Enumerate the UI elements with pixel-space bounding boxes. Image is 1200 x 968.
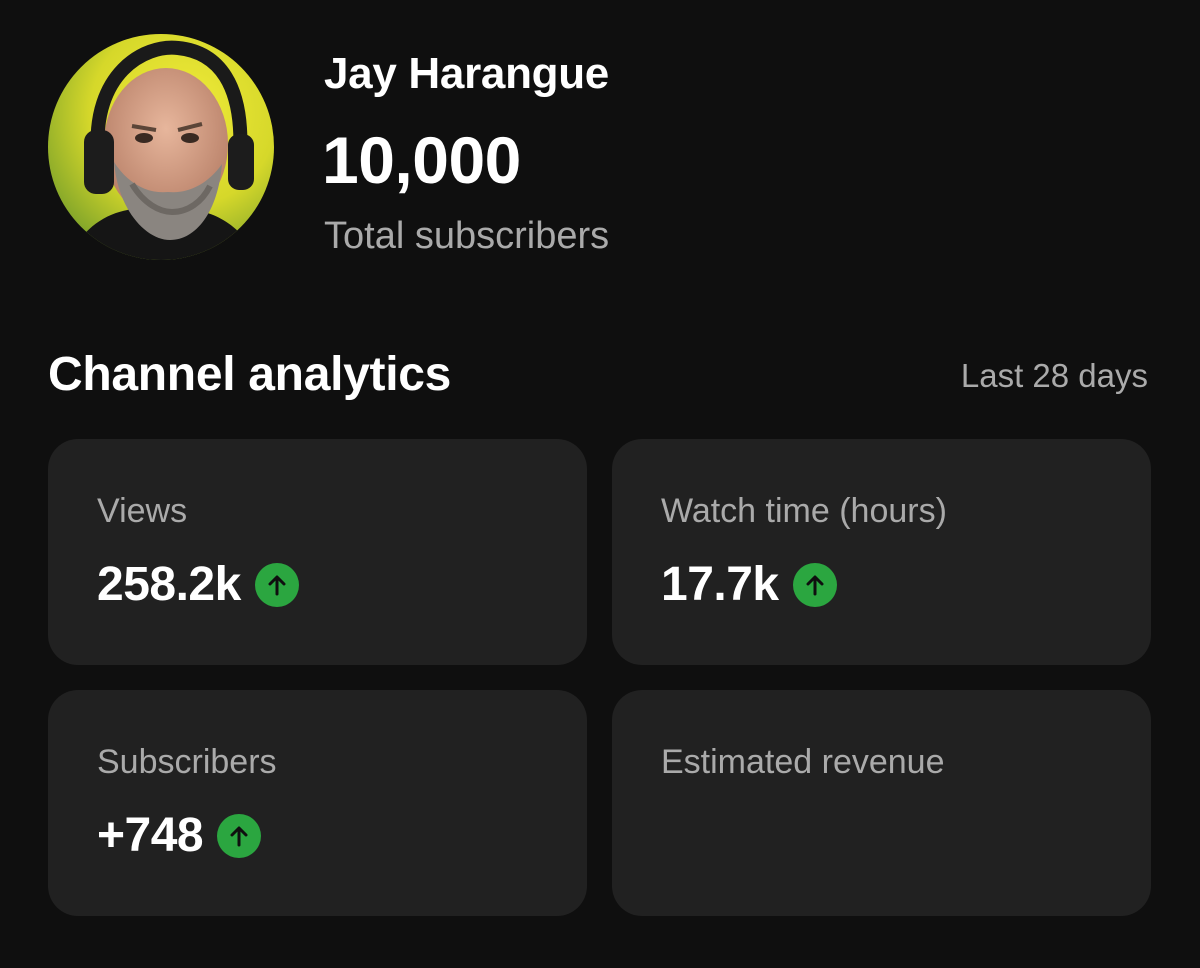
card-value-row: 258.2k: [97, 557, 299, 613]
card-value: 17.7k: [661, 558, 779, 611]
section-title: Channel analytics: [48, 348, 452, 401]
card-label: Views: [97, 492, 188, 530]
card-value: 258.2k: [97, 558, 241, 611]
subscriber-caption: Total subscribers: [324, 215, 610, 257]
analytics-screen: Jay Harangue 10,000 Total subscribers Ch…: [0, 0, 1200, 968]
card-label: Subscribers: [97, 743, 277, 781]
views-card[interactable]: Views 258.2k: [48, 439, 587, 665]
subscriber-count: 10,000: [322, 123, 521, 197]
estimated-revenue-card[interactable]: Estimated revenue: [612, 690, 1151, 916]
card-value-row: 17.7k: [661, 557, 837, 613]
trend-up-icon: [217, 814, 262, 858]
trend-up-icon: [254, 563, 299, 607]
subscribers-card[interactable]: Subscribers +748: [48, 690, 587, 916]
card-label: Estimated revenue: [661, 743, 945, 781]
card-value-row: +748: [97, 808, 262, 864]
period-selector[interactable]: Last 28 days: [961, 356, 1148, 396]
watch-time-card[interactable]: Watch time (hours) 17.7k: [612, 439, 1151, 665]
trend-up-icon: [792, 563, 837, 607]
user-avatar-icon: [48, 34, 274, 260]
channel-name[interactable]: Jay Harangue: [324, 48, 609, 100]
card-value: +748: [97, 809, 204, 862]
card-label: Watch time (hours): [661, 492, 947, 530]
avatar[interactable]: [48, 34, 274, 260]
